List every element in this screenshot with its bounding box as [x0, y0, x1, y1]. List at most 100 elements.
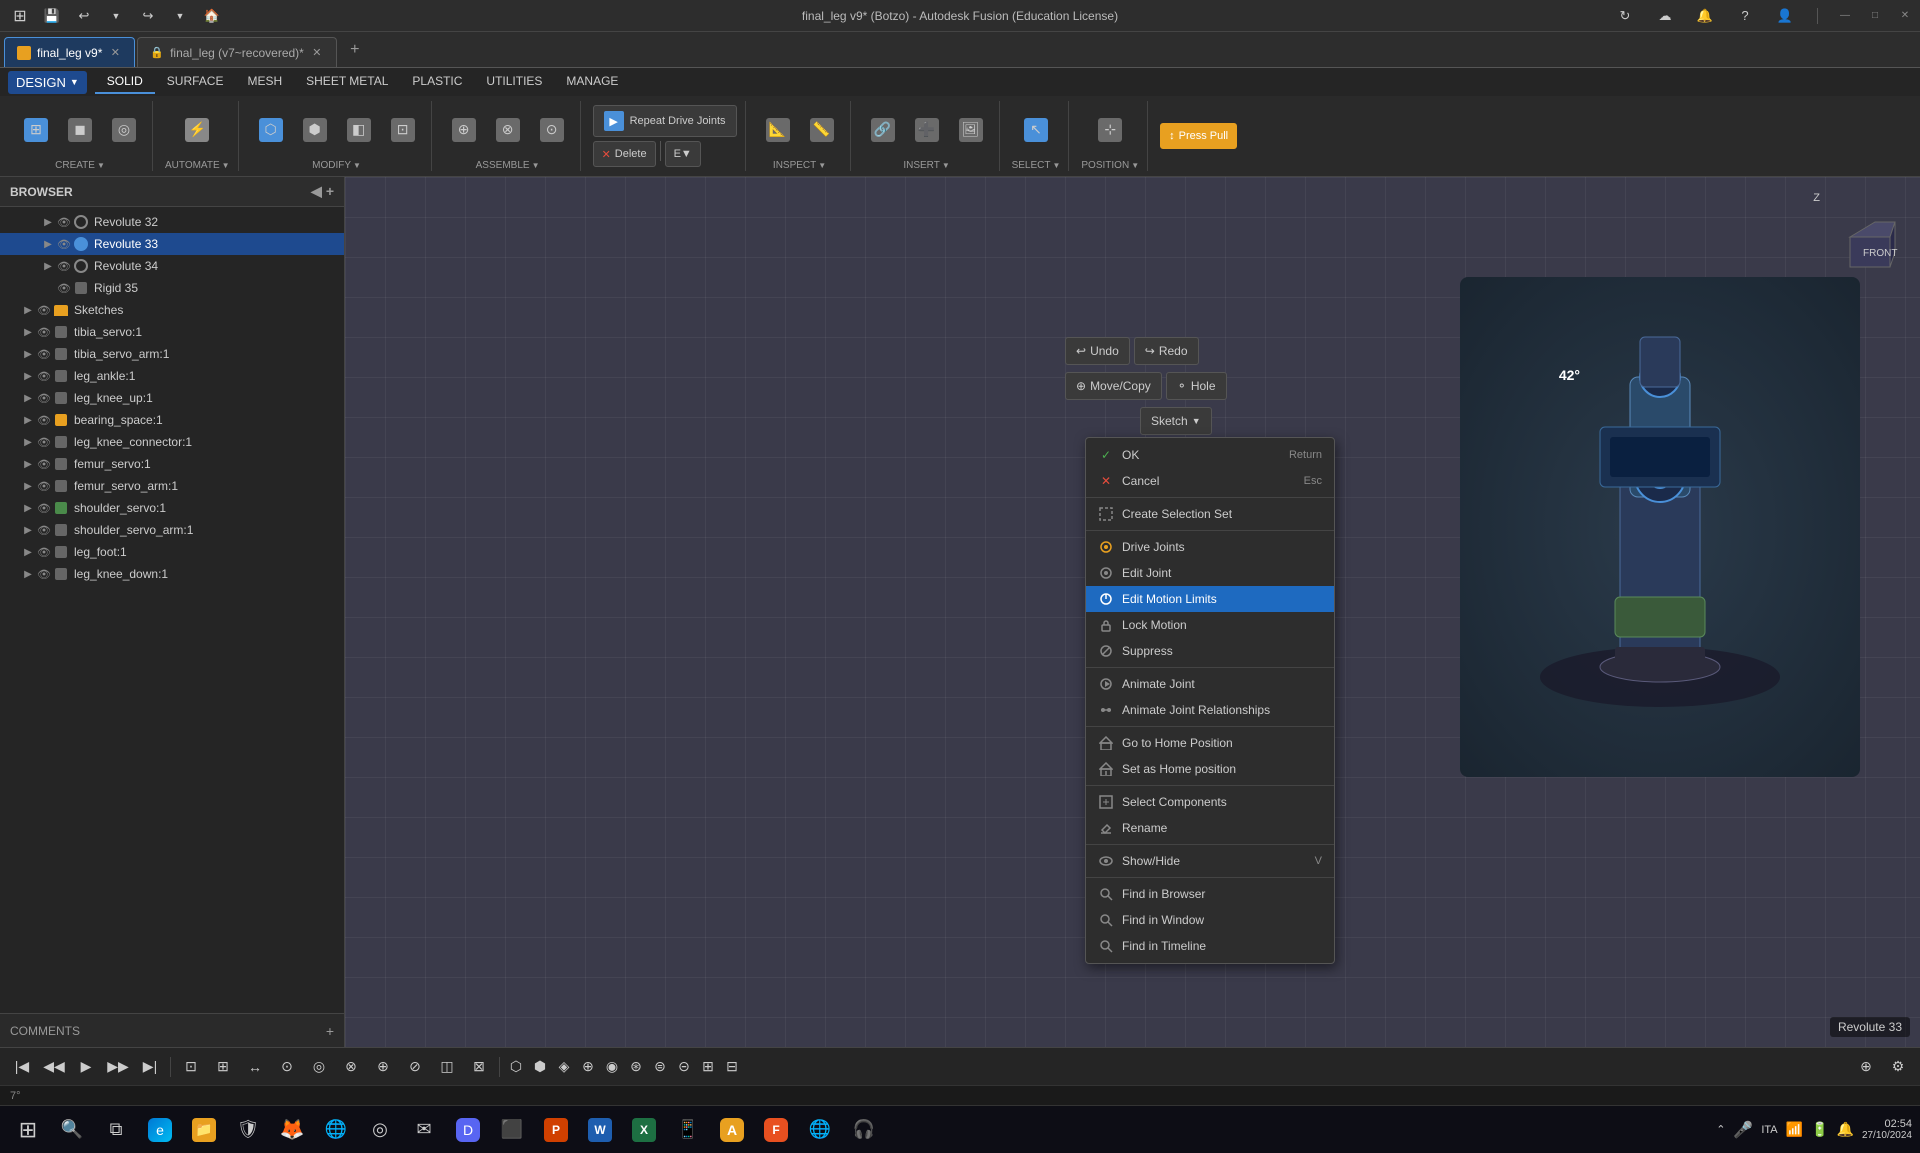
- ribbon-tab-manage[interactable]: MANAGE: [554, 70, 630, 94]
- select-tool-1[interactable]: ↖: [1016, 108, 1056, 152]
- fusion-2-button[interactable]: F: [756, 1110, 796, 1150]
- press-pull-button[interactable]: ↕ Press Pull: [1160, 123, 1237, 149]
- expand-icon[interactable]: ▶: [20, 368, 36, 384]
- undo-dropdown[interactable]: ▼: [104, 4, 128, 28]
- timeline-tool-9[interactable]: ◫: [433, 1053, 461, 1081]
- modify-tool-3[interactable]: ◧: [339, 108, 379, 152]
- tree-item-leg-ankle[interactable]: ▶ 👁 leg_ankle:1: [0, 365, 344, 387]
- tree-item-shoulder-servo[interactable]: ▶ 👁 shoulder_servo:1: [0, 497, 344, 519]
- start-button[interactable]: ⊞: [8, 1110, 48, 1150]
- context-menu-item-edit-joint[interactable]: Edit Joint: [1086, 560, 1334, 586]
- viewport[interactable]: ↩ Undo ↪ Redo ⊕ Move/Copy ⚬ Hole Sketch …: [345, 177, 1920, 1047]
- tl-item-3[interactable]: ◈: [554, 1053, 574, 1081]
- timeline-end-button[interactable]: ▶|: [136, 1053, 164, 1081]
- cloud-button[interactable]: ☁: [1653, 4, 1677, 28]
- home-button[interactable]: 🏠: [200, 4, 224, 28]
- expand-icon[interactable]: ▶: [40, 236, 56, 252]
- tree-item-leg-knee-down[interactable]: ▶ 👁 leg_knee_down:1: [0, 563, 344, 585]
- search-button[interactable]: 🔍: [52, 1110, 92, 1150]
- modify-tool-1[interactable]: ⬡: [251, 108, 291, 152]
- help-button[interactable]: ?: [1733, 4, 1757, 28]
- insert-tool-1[interactable]: 🔗: [863, 108, 903, 152]
- create-tool-1[interactable]: ⊞: [16, 108, 56, 152]
- context-menu-item-find-window[interactable]: Find in Window: [1086, 907, 1334, 933]
- tl-item-8[interactable]: ⊝: [674, 1053, 694, 1081]
- context-menu-item-rename[interactable]: Rename: [1086, 815, 1334, 841]
- modify-tool-4[interactable]: ⊡: [383, 108, 423, 152]
- sidebar-collapse-button[interactable]: ◀: [311, 183, 322, 200]
- repeat-drive-joints-button[interactable]: ▶ Repeat Drive Joints: [593, 105, 737, 137]
- assemble-group-label[interactable]: ASSEMBLE ▼: [476, 160, 540, 171]
- expand-icon[interactable]: ▶: [20, 324, 36, 340]
- visibility-icon[interactable]: 👁: [36, 566, 52, 582]
- visibility-icon[interactable]: 👁: [56, 214, 72, 230]
- expand-icon[interactable]: ▶: [20, 544, 36, 560]
- maximize-button[interactable]: □: [1868, 9, 1882, 23]
- timeline-play-button[interactable]: ▶: [72, 1053, 100, 1081]
- tree-item-leg-foot[interactable]: ▶ 👁 leg_foot:1: [0, 541, 344, 563]
- context-menu-item-lock-motion[interactable]: Lock Motion: [1086, 612, 1334, 638]
- tray-arrow[interactable]: ⌃: [1716, 1123, 1725, 1136]
- timeline-tool-4[interactable]: ⊙: [273, 1053, 301, 1081]
- visibility-icon[interactable]: 👁: [36, 500, 52, 516]
- tl-item-9[interactable]: ⊞: [698, 1053, 718, 1081]
- tree-item-rigid35[interactable]: 👁 Rigid 35: [0, 277, 344, 299]
- file-button[interactable]: 💾: [40, 4, 64, 28]
- visibility-icon[interactable]: 👁: [36, 544, 52, 560]
- redo-float-button[interactable]: ↪ Redo: [1134, 337, 1199, 365]
- tl-item-2[interactable]: ⬢: [530, 1053, 550, 1081]
- context-menu-item-go-home[interactable]: Go to Home Position: [1086, 730, 1334, 756]
- inspect-group-label[interactable]: INSPECT ▼: [773, 160, 826, 171]
- tl-item-1[interactable]: ⬡: [506, 1053, 526, 1081]
- visibility-icon[interactable]: 👁: [56, 236, 72, 252]
- expand-icon[interactable]: ▶: [20, 302, 36, 318]
- create-tool-3[interactable]: ◎: [104, 108, 144, 152]
- timeline-prev-button[interactable]: ◀◀: [40, 1053, 68, 1081]
- position-group-label[interactable]: POSITION ▼: [1081, 160, 1139, 171]
- visibility-icon[interactable]: 👁: [36, 302, 52, 318]
- close-button[interactable]: ✕: [1898, 9, 1912, 23]
- context-menu-item-suppress[interactable]: Suppress: [1086, 638, 1334, 664]
- delete-button[interactable]: ✕ Delete: [593, 141, 656, 167]
- timeline-tool-5[interactable]: ◎: [305, 1053, 333, 1081]
- timeline-start-button[interactable]: |◀: [8, 1053, 36, 1081]
- insert-tool-3[interactable]: 🖼: [951, 108, 991, 152]
- timeline-settings-button[interactable]: ⚙: [1884, 1053, 1912, 1081]
- move-copy-button[interactable]: ⊕ Move/Copy: [1065, 372, 1162, 400]
- assemble-tool-1[interactable]: ⊕: [444, 108, 484, 152]
- create-tool-2[interactable]: ◼: [60, 108, 100, 152]
- new-tab-button[interactable]: +: [343, 38, 367, 62]
- task-view-button[interactable]: ⧉: [96, 1110, 136, 1150]
- timeline-tool-6[interactable]: ⊗: [337, 1053, 365, 1081]
- windows-security-button[interactable]: 🛡: [228, 1110, 268, 1150]
- sidebar-settings-button[interactable]: +: [326, 183, 334, 200]
- minimize-button[interactable]: —: [1838, 9, 1852, 23]
- timeline-tool-7[interactable]: ⊕: [369, 1053, 397, 1081]
- timeline-tool-1[interactable]: ⊡: [177, 1053, 205, 1081]
- ribbon-tab-mesh[interactable]: MESH: [235, 70, 294, 94]
- expand-icon[interactable]: ▶: [20, 390, 36, 406]
- discord-button[interactable]: D: [448, 1110, 488, 1150]
- expand-icon[interactable]: ▶: [40, 214, 56, 230]
- visibility-icon[interactable]: 👁: [36, 522, 52, 538]
- expand-icon[interactable]: ▶: [20, 522, 36, 538]
- tree-item-leg-knee-up[interactable]: ▶ 👁 leg_knee_up:1: [0, 387, 344, 409]
- context-menu-item-create-selection[interactable]: Create Selection Set: [1086, 501, 1334, 527]
- select-group-label[interactable]: SELECT ▼: [1012, 160, 1061, 171]
- expand-icon[interactable]: ▶: [20, 500, 36, 516]
- tree-item-femur-servo-arm[interactable]: ▶ 👁 femur_servo_arm:1: [0, 475, 344, 497]
- whatsapp-button[interactable]: 📱: [668, 1110, 708, 1150]
- ribbon-tab-solid[interactable]: SOLID: [95, 70, 155, 94]
- edge-2-button[interactable]: 🌐: [316, 1110, 356, 1150]
- visibility-icon[interactable]: 👁: [36, 390, 52, 406]
- language-label[interactable]: ITA: [1761, 1124, 1777, 1136]
- redo-button[interactable]: ↪: [136, 4, 160, 28]
- context-menu-item-show-hide[interactable]: Show/Hide V: [1086, 848, 1334, 874]
- refresh-button[interactable]: ↻: [1613, 4, 1637, 28]
- expand-icon[interactable]: ▶: [20, 566, 36, 582]
- chrome-2-button[interactable]: 🌐: [800, 1110, 840, 1150]
- chrome-button[interactable]: ◎: [360, 1110, 400, 1150]
- word-button[interactable]: W: [580, 1110, 620, 1150]
- timeline-tool-10[interactable]: ⊠: [465, 1053, 493, 1081]
- context-menu-item-find-timeline[interactable]: Find in Timeline: [1086, 933, 1334, 959]
